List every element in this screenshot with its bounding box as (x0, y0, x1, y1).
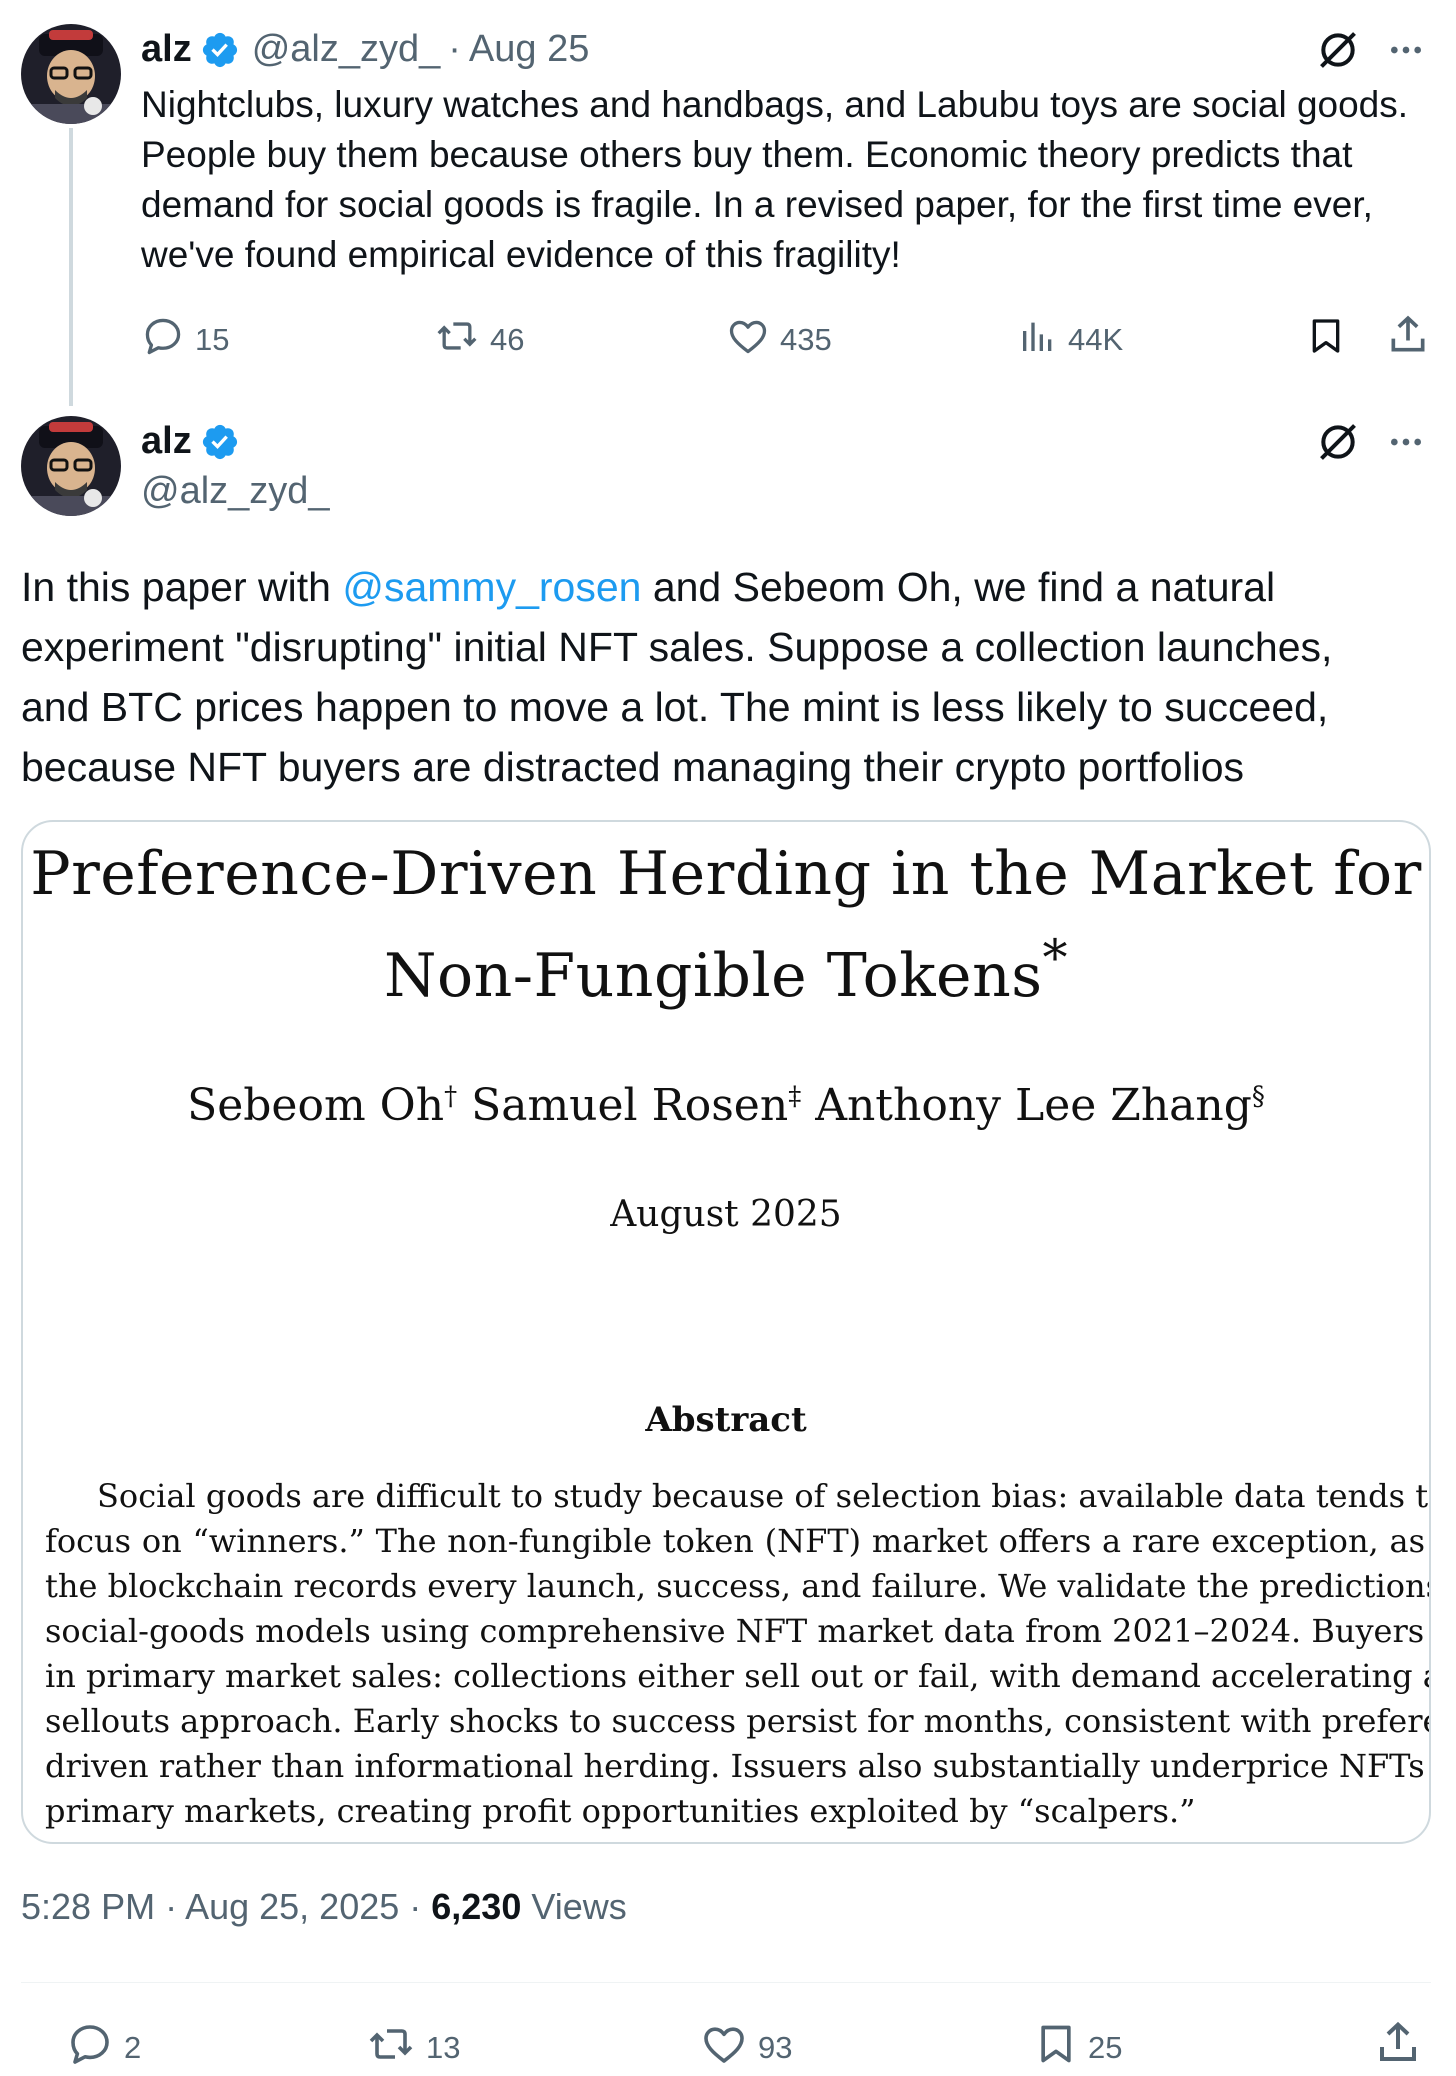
like-count: 435 (780, 322, 832, 357)
abstract-line: Social goods are difficult to study beca… (97, 1477, 1431, 1515)
tweet-timestamp: 5:28 PM · Aug 25, 2025 · 6,230 Views (21, 1886, 627, 1928)
repost-button[interactable]: 46 (434, 314, 524, 366)
paper-title-line: Non-Fungible Tokens* (23, 916, 1429, 1018)
separator: · (448, 28, 461, 70)
tweet-text-line: we've found empirical evidence of this f… (141, 234, 901, 275)
share-icon (1386, 312, 1430, 366)
footnote-mark: ‡ (788, 1081, 802, 1112)
paper-title: Preference-Driven Herding in the Market … (23, 832, 1429, 1018)
handle[interactable]: @alz_zyd_ (252, 28, 441, 71)
timestamp-text[interactable]: 5:28 PM · Aug 25, 2025 · (21, 1886, 431, 1927)
tweet1-top-icons (1316, 28, 1426, 77)
reply-count: 15 (195, 322, 230, 357)
abstract-line: driven rather than informational herding… (45, 1747, 1431, 1785)
views-label: Views (521, 1886, 627, 1927)
bookmark-count: 25 (1088, 2030, 1123, 2065)
like-count: 93 (758, 2030, 793, 2065)
display-name[interactable]: alz (141, 28, 192, 71)
tweet1-body: Nightclubs, luxury watches and handbags,… (141, 80, 1431, 280)
share-button[interactable] (1374, 2018, 1422, 2076)
tweet1-header: alz @alz_zyd_ · Aug 25 (141, 28, 589, 71)
like-icon (700, 2020, 748, 2076)
abstract-line: in primary market sales: collections eit… (45, 1657, 1431, 1695)
abstract-line: the blockchain records every launch, suc… (45, 1567, 1431, 1605)
paper-title-text: Non-Fungible Tokens (383, 941, 1043, 1011)
tweet2-body: In this paper with @sammy_rosen and Sebe… (21, 557, 1441, 797)
author-name: Sebeom Oh (187, 1080, 445, 1131)
bookmark-icon (1306, 314, 1346, 366)
bookmark-button[interactable] (1306, 314, 1346, 366)
tweet-text-line: People buy them because others buy them.… (141, 134, 1353, 175)
handle[interactable]: @alz_zyd_ (141, 470, 330, 513)
repost-icon (434, 314, 480, 366)
more-icon[interactable] (1386, 420, 1426, 469)
avatar[interactable] (21, 24, 121, 124)
abstract-line: primary markets, creating profit opportu… (45, 1792, 1196, 1830)
grok-icon[interactable] (1316, 28, 1360, 77)
abstract-line: sellouts approach. Early shocks to succe… (45, 1702, 1431, 1740)
more-icon[interactable] (1386, 28, 1426, 77)
paper-authors: Sebeom Oh† Samuel Rosen‡ Anthony Lee Zha… (23, 1080, 1429, 1131)
paper-date: August 2025 (610, 1194, 842, 1235)
abstract-heading: Abstract (645, 1400, 807, 1440)
footnote-mark: § (1251, 1081, 1265, 1112)
tweet-text-line: and BTC prices happen to move a lot. The… (21, 684, 1329, 730)
reply-icon (141, 314, 185, 366)
views-button[interactable]: 44K (1018, 314, 1123, 366)
abstract-body: Social goods are difficult to study beca… (45, 1474, 1431, 1834)
display-name[interactable]: alz (141, 420, 192, 463)
views-count: 6,230 (431, 1886, 522, 1927)
verified-icon (200, 30, 240, 70)
views-count: 44K (1068, 322, 1124, 357)
repost-button[interactable]: 13 (366, 2020, 460, 2076)
like-button[interactable]: 93 (700, 2020, 792, 2076)
footnote-mark: * (1042, 929, 1068, 987)
repost-count: 13 (426, 2030, 461, 2065)
text-segment: In this paper with (21, 564, 343, 610)
abstract-line: social-goods models using comprehensive … (45, 1612, 1431, 1650)
tweet-text-line: experiment "disrupting" initial NFT sale… (21, 624, 1333, 670)
repost-icon (366, 2020, 416, 2076)
tweet-text-line: demand for social goods is fragile. In a… (141, 184, 1373, 225)
footnote-mark: † (444, 1081, 458, 1112)
avatar[interactable] (21, 416, 121, 516)
tweet-text-line: because NFT buyers are distracted managi… (21, 744, 1245, 790)
author-name: Anthony Lee Zhang (815, 1080, 1252, 1131)
share-icon (1374, 2018, 1422, 2076)
reply-icon (66, 2020, 114, 2076)
verified-icon (200, 422, 240, 462)
repost-count: 46 (490, 322, 525, 357)
author-name: Samuel Rosen (471, 1080, 789, 1131)
reply-count: 2 (124, 2030, 142, 2065)
reply-button[interactable]: 2 (66, 2020, 141, 2076)
tweet-text-line: Nightclubs, luxury watches and handbags,… (141, 84, 1409, 125)
mention-link[interactable]: @sammy_rosen (342, 564, 641, 610)
abstract-line: focus on “winners.” The non-fungible tok… (45, 1522, 1425, 1560)
tweet-date[interactable]: Aug 25 (469, 28, 589, 71)
tweet-text-line: In this paper with @sammy_rosen and Sebe… (21, 557, 1441, 617)
bookmark-icon (1034, 2020, 1078, 2076)
attached-image[interactable]: Preference-Driven Herding in the Market … (21, 820, 1431, 1844)
grok-icon[interactable] (1316, 420, 1360, 469)
like-button[interactable]: 435 (726, 314, 832, 366)
paper-title-line: Preference-Driven Herding in the Market … (30, 839, 1422, 909)
bookmark-button[interactable]: 25 (1034, 2020, 1122, 2076)
views-icon (1018, 314, 1058, 366)
share-button[interactable] (1386, 312, 1430, 366)
like-icon (726, 314, 770, 366)
divider (21, 1982, 1431, 1983)
thread-line (69, 128, 73, 406)
text-segment: and Sebeom Oh, we find a natural (641, 564, 1276, 610)
tweet2-top-icons (1316, 420, 1426, 469)
reply-button[interactable]: 15 (141, 314, 229, 366)
tweet2-header: alz (141, 420, 240, 463)
